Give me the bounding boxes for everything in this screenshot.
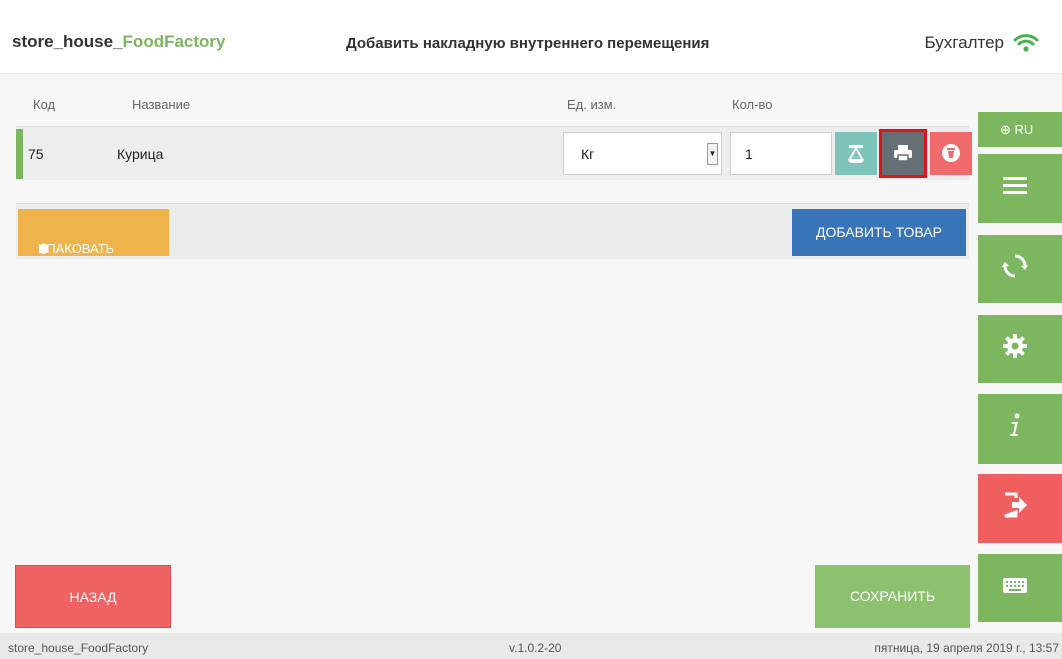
status-datetime: пятница, 19 апреля 2019 г., 13:57 bbox=[874, 641, 1059, 655]
column-header-qty: Кол-во bbox=[732, 97, 773, 112]
quantity-input[interactable]: 1 bbox=[730, 132, 832, 175]
delete-button[interactable] bbox=[930, 132, 972, 175]
sync-button[interactable] bbox=[978, 235, 1062, 303]
table-row[interactable]: 75 Курица Кг ▼ 1 bbox=[16, 126, 972, 180]
add-product-button[interactable]: ДОБАВИТЬ ТОВАР bbox=[792, 209, 966, 256]
trash-icon bbox=[942, 144, 960, 162]
wifi-icon bbox=[1013, 34, 1039, 52]
actions-bar: ⬢ УПАКОВАТЬ ДОБАВИТЬ ТОВАР bbox=[16, 203, 969, 259]
sync-icon bbox=[1002, 254, 1028, 278]
logout-icon bbox=[1004, 492, 1027, 518]
row-code: 75 bbox=[28, 146, 44, 162]
menu-button[interactable] bbox=[978, 154, 1062, 223]
back-button[interactable]: НАЗАД bbox=[15, 565, 171, 628]
app-brand: store_house_FoodFactory bbox=[12, 32, 226, 52]
language-label: RU bbox=[1014, 122, 1034, 137]
language-button[interactable]: ⊕ RU bbox=[978, 112, 1062, 147]
status-version: v.1.0.2-20 bbox=[509, 641, 562, 655]
keyboard-button[interactable] bbox=[978, 554, 1062, 622]
unit-select[interactable]: Кг ▼ bbox=[563, 132, 722, 175]
menu-icon bbox=[1003, 177, 1027, 194]
info-icon bbox=[1010, 413, 1020, 436]
status-app-name: store_house_FoodFactory bbox=[8, 641, 149, 655]
save-button[interactable]: СОХРАНИТЬ bbox=[815, 565, 970, 628]
keyboard-icon bbox=[1003, 578, 1027, 593]
print-button[interactable] bbox=[879, 129, 927, 178]
status-bar: store_house_FoodFactory v.1.0.2-20 пятни… bbox=[0, 633, 1062, 659]
globe-icon: ⊕ bbox=[1000, 122, 1011, 137]
column-header-unit: Ед. изм. bbox=[567, 97, 617, 112]
header: store_house_FoodFactory Добавить накладн… bbox=[0, 0, 1062, 74]
info-button[interactable] bbox=[978, 394, 1062, 464]
user-role[interactable]: Бухгалтер bbox=[925, 33, 1005, 53]
unit-select-value: Кг bbox=[581, 146, 595, 162]
settings-button[interactable] bbox=[978, 315, 1062, 383]
column-header-name: Название bbox=[132, 97, 191, 112]
weigh-button[interactable] bbox=[835, 132, 877, 175]
row-selection-bar bbox=[16, 129, 23, 179]
row-name: Курица bbox=[117, 146, 164, 162]
pack-button-label: УПАКОВАТЬ bbox=[38, 241, 115, 256]
app-frame: store_house_FoodFactory Добавить накладн… bbox=[0, 0, 1062, 659]
printer-icon bbox=[894, 145, 912, 162]
pack-button[interactable]: ⬢ УПАКОВАТЬ bbox=[18, 209, 169, 256]
page-title: Добавить накладную внутреннего перемещен… bbox=[346, 35, 710, 52]
chevron-down-icon[interactable]: ▼ bbox=[707, 143, 718, 165]
column-header-code: Код bbox=[33, 97, 56, 112]
app-name-prefix: store_house_ bbox=[12, 32, 123, 51]
scale-icon bbox=[848, 145, 864, 163]
logout-button[interactable] bbox=[978, 474, 1062, 543]
app-name-accent: FoodFactory bbox=[122, 32, 226, 51]
gear-icon bbox=[1003, 334, 1027, 358]
quantity-value: 1 bbox=[745, 146, 753, 162]
